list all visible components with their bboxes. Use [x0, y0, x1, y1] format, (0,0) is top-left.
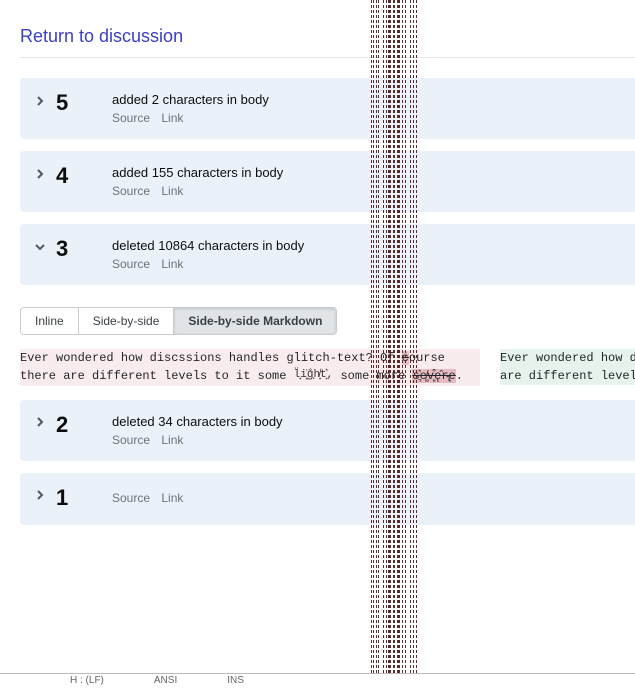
diff-left: Ever wondered how discssions handles gli…	[20, 349, 480, 386]
status-bar: H : (LF) ANSI INS	[0, 673, 635, 692]
source-link[interactable]: Source	[112, 111, 150, 125]
zalgo-light: l̟̈i͈͑g̐ͅh̸̟t̟͛,	[294, 369, 334, 381]
chevron-right-icon	[34, 416, 46, 431]
source-link[interactable]: Source	[112, 257, 150, 271]
link-link[interactable]: Link	[161, 111, 183, 125]
link-link[interactable]: Link	[161, 257, 183, 271]
revision-message: added 2 characters in body	[112, 92, 269, 107]
link-link[interactable]: Link	[161, 184, 183, 198]
diff-right: Ever wondered how d are different level	[500, 349, 635, 386]
chevron-right-icon	[34, 489, 46, 504]
revision-row: 2 deleted 34 characters in body Source L…	[20, 400, 635, 461]
status-charset: ANSI	[154, 675, 177, 691]
source-link[interactable]: Source	[112, 184, 150, 198]
revision-number: 3	[56, 236, 68, 262]
chevron-right-icon	[34, 95, 46, 110]
view-mode-inline[interactable]: Inline	[21, 308, 79, 334]
status-encoding: H : (LF)	[70, 675, 104, 691]
revision-row: 5 added 2 characters in body Source Link	[20, 78, 635, 139]
view-mode-toggle: Inline Side-by-side Side-by-side Markdow…	[20, 307, 337, 335]
revision-row: 4 added 155 characters in body Source Li…	[20, 151, 635, 212]
chevron-right-icon	[34, 168, 46, 183]
revision-number: 5	[56, 90, 68, 116]
revision-row: 3 deleted 10864 characters in body Sourc…	[20, 224, 635, 285]
link-link[interactable]: Link	[161, 433, 183, 447]
revision-row: 1 Source Link	[20, 473, 635, 525]
revision-message: deleted 34 characters in body	[112, 414, 283, 429]
source-link[interactable]: Source	[112, 491, 150, 505]
revision-message: added 155 characters in body	[112, 165, 283, 180]
view-mode-sbs[interactable]: Side-by-side	[79, 308, 175, 334]
diff-view: Ever wondered how discssions handles gli…	[20, 349, 635, 386]
chevron-down-icon	[34, 241, 46, 256]
revision-toggle[interactable]: 4	[34, 163, 94, 189]
divider	[20, 57, 635, 58]
return-to-discussion-link[interactable]: Return to discussion	[20, 26, 635, 47]
zalgo-severe: s͉͛e̸͚v͈͒ę̑r̴̢e	[412, 369, 455, 383]
revision-message: deleted 10864 characters in body	[112, 238, 304, 253]
link-link[interactable]: Link	[161, 491, 183, 505]
revision-number: 2	[56, 412, 68, 438]
status-insert-mode: INS	[227, 675, 244, 691]
revision-toggle[interactable]: 1	[34, 485, 94, 511]
revision-number: 4	[56, 163, 68, 189]
view-mode-sbs-markdown[interactable]: Side-by-side Markdown	[174, 308, 336, 334]
revision-number: 1	[56, 485, 68, 511]
revision-toggle[interactable]: 3	[34, 236, 94, 262]
source-link[interactable]: Source	[112, 433, 150, 447]
revision-toggle[interactable]: 2	[34, 412, 94, 438]
revision-toggle[interactable]: 5	[34, 90, 94, 116]
